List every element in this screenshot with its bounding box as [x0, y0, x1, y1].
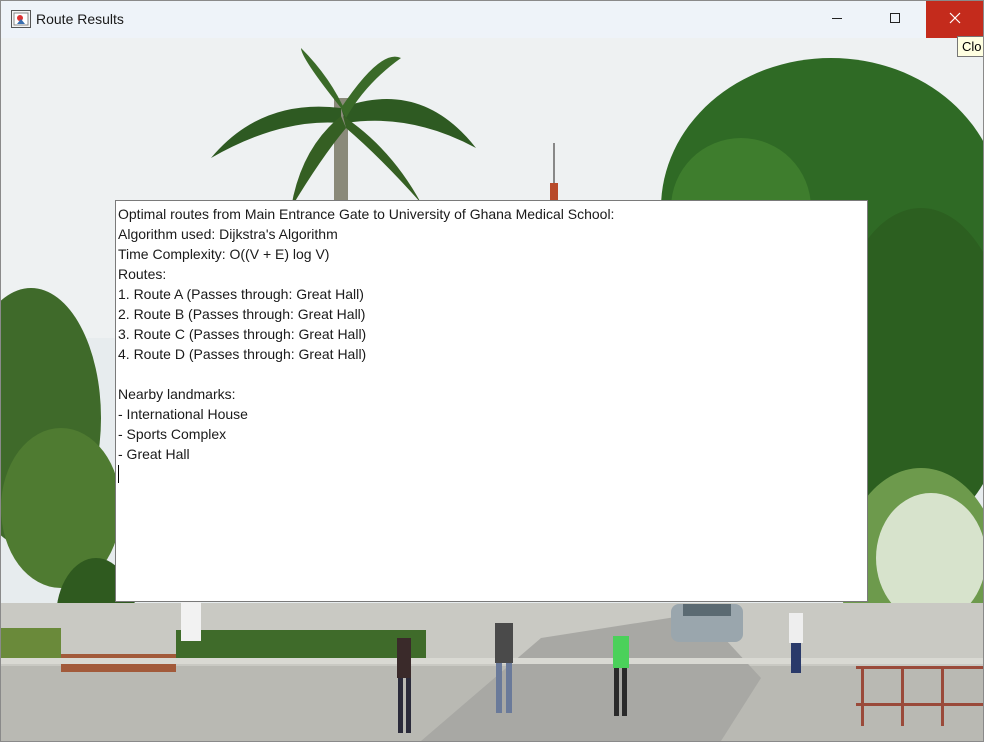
text-caret-line	[118, 464, 865, 484]
result-line: Optimal routes from Main Entrance Gate t…	[118, 206, 615, 222]
text-caret	[118, 465, 119, 483]
java-app-icon	[11, 10, 31, 28]
result-line: Nearby landmarks:	[118, 386, 236, 402]
window-title: Route Results	[36, 11, 124, 27]
result-line: Routes:	[118, 266, 167, 282]
result-line: 3. Route C (Passes through: Great Hall)	[118, 326, 367, 342]
route-results-textarea[interactable]: Optimal routes from Main Entrance Gate t…	[115, 200, 868, 602]
result-line: Time Complexity: O((V + E) log V)	[118, 246, 330, 262]
close-button[interactable]	[926, 1, 983, 38]
result-line: 2. Route B (Passes through: Great Hall)	[118, 306, 366, 322]
result-line: - Great Hall	[118, 446, 190, 462]
result-line: - Sports Complex	[118, 426, 227, 442]
minimize-icon	[831, 11, 843, 29]
result-line	[118, 364, 865, 384]
minimize-button[interactable]	[808, 1, 866, 38]
title-bar[interactable]: Route Results	[1, 1, 983, 38]
maximize-button[interactable]	[866, 1, 924, 38]
result-line: - International House	[118, 406, 248, 422]
close-icon	[949, 11, 961, 29]
close-tooltip: Clo	[957, 36, 983, 57]
result-line: Algorithm used: Dijkstra's Algorithm	[118, 226, 338, 242]
result-line: 1. Route A (Passes through: Great Hall)	[118, 286, 364, 302]
maximize-icon	[889, 11, 901, 29]
route-results-window: Route Results Clo Optimal routes from Ma…	[0, 0, 984, 742]
result-line: 4. Route D (Passes through: Great Hall)	[118, 346, 367, 362]
